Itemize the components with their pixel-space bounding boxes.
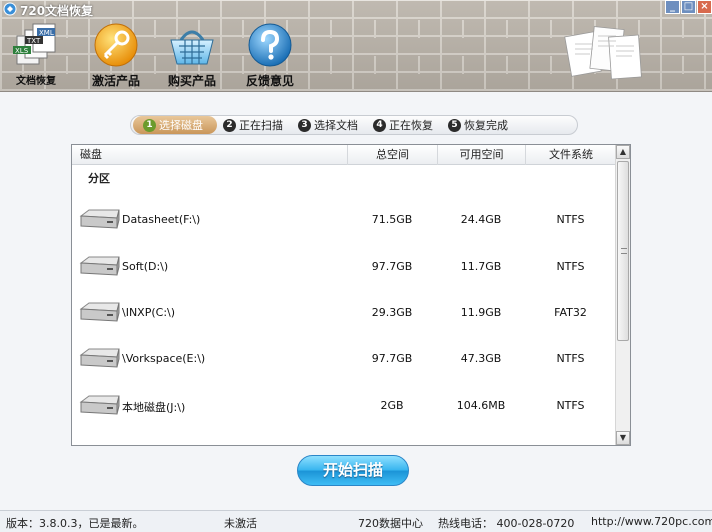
step-label: 选择文档 xyxy=(314,119,358,132)
disk-row[interactable]: 本地磁盘(J:\) 2GB 104.6MB NTFS xyxy=(72,391,616,421)
disk-name: \Vorkspace(E:\) xyxy=(122,352,206,365)
app-icon xyxy=(3,2,17,16)
disk-free: 24.4GB xyxy=(460,213,502,226)
papers-illustration xyxy=(564,26,642,80)
column-header-disk[interactable]: 磁盘 xyxy=(80,145,102,165)
hard-disk-icon xyxy=(79,348,120,368)
disk-filesystem: NTFS xyxy=(556,213,585,226)
disk-name: 本地磁盘(J:\) xyxy=(122,401,186,414)
toolbar-buy-product[interactable]: 购买产品 xyxy=(161,22,223,89)
shopping-basket-icon xyxy=(170,30,214,65)
disk-filesystem: NTFS xyxy=(556,399,585,412)
txt-label: TXT xyxy=(26,37,41,45)
toolbar-label: 反馈意见 xyxy=(245,74,294,88)
step-number: 3 xyxy=(298,118,311,132)
minimize-button[interactable]: _ xyxy=(665,0,680,14)
partition-group-label: 分区 xyxy=(88,172,110,185)
column-header-total[interactable]: 总空间 xyxy=(347,145,437,165)
status-bar: 版本：3.8.0.3，已是最新。 未激活 720数据中心 热线电话： 400-0… xyxy=(0,510,712,532)
key-icon xyxy=(94,23,138,67)
disk-total: 71.5GB xyxy=(371,213,413,226)
scroll-up-button[interactable]: ▲ xyxy=(616,145,630,159)
scroll-down-button[interactable]: ▼ xyxy=(616,431,630,445)
progress-steps: 1 选择磁盘 2 正在扫描 3 选择文档 4 正在恢复 5 恢复完成 xyxy=(130,115,578,135)
disk-total: 2GB xyxy=(380,399,404,412)
disk-row[interactable]: Soft(D:\) 97.7GB 11.7GB NTFS xyxy=(72,252,616,282)
step-recovering: 4 正在恢复 xyxy=(367,116,442,134)
step-label: 正在恢复 xyxy=(389,119,433,132)
disk-name: \INXP(C:\) xyxy=(122,306,176,319)
window-title: 720文档恢复 xyxy=(20,4,94,18)
toolbar-feedback[interactable]: 反馈意见 xyxy=(240,22,300,89)
list-header: 磁盘 总空间 可用空间 文件系统 xyxy=(72,145,616,165)
step-number: 5 xyxy=(448,118,461,132)
disk-free: 104.6MB xyxy=(456,399,506,412)
disk-filesystem: NTFS xyxy=(556,260,585,273)
disk-free: 47.3GB xyxy=(460,352,502,365)
disk-row[interactable]: Datasheet(F:\) 71.5GB 24.4GB NTFS xyxy=(72,205,616,235)
version-text: 版本：3.8.0.3，已是最新。 xyxy=(6,517,144,530)
help-icon xyxy=(248,23,292,67)
vertical-scrollbar[interactable]: ▲ ▼ xyxy=(615,145,630,445)
title-bar: 720文档恢复 _ □ × xyxy=(0,0,712,18)
hotline-text: 热线电话： 400-028-0720 xyxy=(438,517,575,530)
documents-icon: XLS TXT XML xyxy=(13,23,56,65)
toolbar-label: 文档恢复 xyxy=(16,76,56,87)
close-button[interactable]: × xyxy=(697,0,712,14)
xml-label: XML xyxy=(39,29,54,37)
step-number: 4 xyxy=(373,118,386,132)
maximize-button[interactable]: □ xyxy=(681,0,696,14)
column-header-free[interactable]: 可用空间 xyxy=(437,145,525,165)
step-complete: 5 恢复完成 xyxy=(442,116,517,134)
disk-free: 11.7GB xyxy=(460,260,502,273)
disk-list: 磁盘 总空间 可用空间 文件系统 分区 Datasheet(F:\) 71.5G… xyxy=(71,144,631,446)
disk-row[interactable]: \INXP(C:\) 29.3GB 11.9GB FAT32 xyxy=(72,298,616,328)
disk-filesystem: NTFS xyxy=(556,352,585,365)
step-select-disk: 1 选择磁盘 xyxy=(133,116,217,134)
toolbar-label: 购买产品 xyxy=(167,74,216,88)
disk-filesystem: FAT32 xyxy=(554,306,587,319)
toolbar-document-recovery[interactable]: XLS TXT XML 文档恢复 xyxy=(10,22,62,87)
step-label: 恢复完成 xyxy=(464,119,508,132)
activation-status: 未激活 xyxy=(224,517,257,530)
step-label: 选择磁盘 xyxy=(159,119,203,132)
column-header-filesystem[interactable]: 文件系统 xyxy=(525,145,616,165)
disk-name: Datasheet(F:\) xyxy=(122,213,201,226)
step-select-documents: 3 选择文档 xyxy=(292,116,367,134)
disk-total: 97.7GB xyxy=(371,352,413,365)
toolbar-activate-product[interactable]: 激活产品 xyxy=(86,22,146,89)
disk-total: 29.3GB xyxy=(371,306,413,319)
step-scanning: 2 正在扫描 xyxy=(217,116,292,134)
hard-disk-icon xyxy=(79,395,120,415)
disk-total: 97.7GB xyxy=(371,260,413,273)
disk-row[interactable]: \Vorkspace(E:\) 97.7GB 47.3GB NTFS xyxy=(72,344,616,374)
step-label: 正在扫描 xyxy=(239,119,283,132)
disk-free: 11.9GB xyxy=(460,306,502,319)
disk-name: Soft(D:\) xyxy=(122,260,169,273)
hard-disk-icon xyxy=(79,209,120,229)
hard-disk-icon xyxy=(79,256,120,276)
step-number: 2 xyxy=(223,118,236,132)
hard-disk-icon xyxy=(79,302,120,322)
start-scan-button[interactable]: 开始扫描 xyxy=(297,455,409,486)
website-link[interactable]: http://www.720pc.com xyxy=(591,515,712,528)
data-center-text: 720数据中心 xyxy=(358,517,423,530)
xls-label: XLS xyxy=(15,47,29,55)
step-number: 1 xyxy=(143,118,156,132)
scrollbar-thumb[interactable] xyxy=(617,161,629,341)
toolbar-label: 激活产品 xyxy=(91,74,140,88)
